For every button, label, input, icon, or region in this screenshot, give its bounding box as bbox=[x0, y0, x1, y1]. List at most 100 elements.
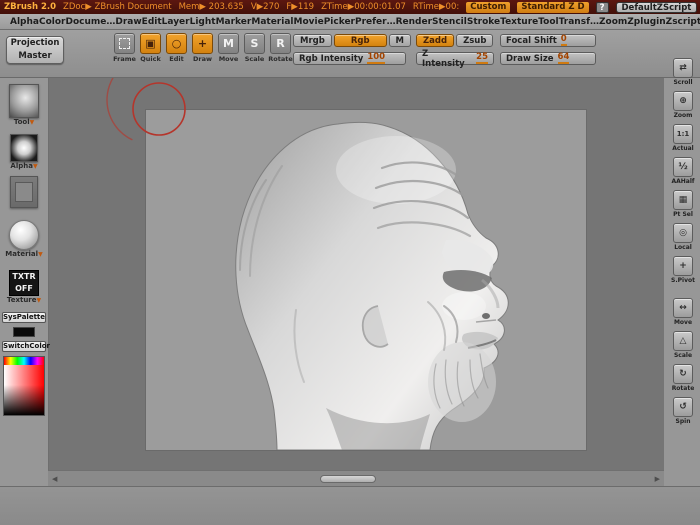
tool-quick[interactable]: ▣ Quick bbox=[138, 33, 163, 63]
nav-spivot-button[interactable]: + S.Pivot bbox=[668, 256, 698, 284]
tool-label: Move bbox=[218, 55, 239, 63]
menu-item-stroke[interactable]: Stroke bbox=[467, 17, 500, 27]
tool-scale[interactable]: S Scale bbox=[242, 33, 267, 63]
tool-draw[interactable]: + Draw bbox=[190, 33, 215, 63]
draw-size-label: Draw Size bbox=[506, 53, 554, 64]
current-tool-thumbnail[interactable] bbox=[9, 84, 39, 118]
nav-move-button[interactable]: ↔ Move bbox=[668, 298, 698, 326]
nav-spin-button[interactable]: ↺ Spin bbox=[668, 397, 698, 425]
saturation-value-square[interactable] bbox=[4, 365, 44, 415]
menu-item-tool[interactable]: Tool bbox=[538, 17, 558, 27]
menu-item-zscript[interactable]: Zscript bbox=[666, 17, 700, 27]
document-area[interactable] bbox=[48, 78, 664, 470]
depth-mode-buttons: Zadd Zsub bbox=[416, 34, 494, 47]
z-intensity-label: Z Intensity bbox=[422, 48, 465, 69]
menu-item-texture[interactable]: Texture bbox=[500, 17, 538, 27]
rgb-intensity-slider[interactable]: Rgb Intensity 100 bbox=[293, 52, 406, 65]
paint-mrgb-button[interactable]: Mrgb bbox=[293, 34, 332, 47]
standard-material-button[interactable]: Standard Z D bbox=[517, 1, 589, 13]
custom-button[interactable]: Custom bbox=[466, 1, 511, 13]
nav-scale-button[interactable]: △ Scale bbox=[668, 331, 698, 359]
menu-item-light[interactable]: Light bbox=[190, 17, 216, 27]
menu-item-docume[interactable]: Docume… bbox=[65, 17, 115, 27]
scroll-left-icon[interactable]: ◀ bbox=[48, 475, 61, 483]
scroll-right-icon[interactable]: ▶ bbox=[651, 475, 664, 483]
current-alpha-thumbnail[interactable] bbox=[10, 134, 38, 162]
nav-label: Scroll bbox=[673, 79, 693, 86]
title-stat: V▶270 bbox=[250, 2, 280, 12]
menu-item-picker[interactable]: Picker bbox=[324, 17, 355, 27]
menu-item-draw[interactable]: Draw bbox=[115, 17, 141, 27]
nav-ptsel-button[interactable]: ▦ Pt Sel bbox=[668, 190, 698, 218]
menu-item-prefer[interactable]: Prefer… bbox=[355, 17, 396, 27]
menu-item-zplugin[interactable]: Zplugin bbox=[627, 17, 665, 27]
tool-label: Scale bbox=[244, 55, 265, 63]
menu-item-marker[interactable]: Marker bbox=[216, 17, 252, 27]
nav-label: Scale bbox=[673, 352, 693, 359]
texture-off-button[interactable]: TXTR OFF bbox=[9, 270, 39, 296]
defaultzscript-button[interactable]: DefaultZScript bbox=[615, 1, 698, 13]
nav-label: Local bbox=[674, 244, 692, 251]
title-bar: ZBrush 2.0 ZDoc▶ ZBrush Document Mem▶ 203… bbox=[0, 0, 700, 14]
draw-size-slider[interactable]: Draw Size 64 bbox=[500, 52, 596, 65]
menu-item-transf[interactable]: Transf… bbox=[559, 17, 599, 27]
scale-icon: S bbox=[244, 33, 265, 54]
menu-item-stencil[interactable]: Stencil bbox=[432, 17, 467, 27]
frame-icon bbox=[114, 33, 135, 54]
menu-item-zoom[interactable]: Zoom bbox=[599, 17, 627, 27]
nav-zoom-button[interactable]: ⊕ Zoom bbox=[668, 91, 698, 119]
menu-item-alpha[interactable]: Alpha bbox=[10, 17, 39, 27]
syspalette-button[interactable]: SysPalette bbox=[2, 312, 46, 323]
switchcolor-button[interactable]: SwitchColor bbox=[2, 341, 50, 352]
projection-master-button[interactable]: Projection Master bbox=[6, 36, 64, 64]
edit-icon: ○ bbox=[166, 33, 187, 54]
focal-shift-value: 0 bbox=[560, 34, 567, 46]
canvas-region[interactable] bbox=[146, 110, 586, 451]
left-tray: Tool▼ Alpha▼ Material▼ TXTR OFF Texture▼ bbox=[0, 78, 50, 470]
scale-nav-icon: △ bbox=[673, 331, 693, 351]
nav-local-button[interactable]: ◎ Local bbox=[668, 223, 698, 251]
texture-palette-button[interactable]: Texture▼ bbox=[0, 296, 48, 304]
tool-palette-button[interactable]: Tool▼ bbox=[0, 118, 48, 126]
alpha-palette-button[interactable]: Alpha▼ bbox=[0, 162, 48, 170]
hue-strip[interactable] bbox=[4, 357, 44, 365]
menu-item-movie[interactable]: Movie bbox=[293, 17, 323, 27]
tool-move[interactable]: M Move bbox=[216, 33, 241, 63]
focal-shift-slider[interactable]: Focal Shift 0 bbox=[500, 34, 596, 47]
paint-m-button[interactable]: M bbox=[388, 34, 412, 47]
rotate-nav-icon: ↻ bbox=[673, 364, 693, 384]
material-palette-button[interactable]: Material▼ bbox=[0, 250, 48, 258]
current-stroke-thumbnail[interactable] bbox=[10, 176, 38, 208]
nav-actual-button[interactable]: 1:1 Actual bbox=[668, 124, 698, 152]
menu-item-color[interactable]: Color bbox=[39, 17, 66, 27]
help-question-button[interactable]: ? bbox=[595, 1, 609, 13]
nav-rotate-button[interactable]: ↻ Rotate bbox=[668, 364, 698, 392]
tool-label: Rotate bbox=[268, 55, 293, 63]
current-material-thumbnail[interactable] bbox=[9, 220, 39, 250]
menu-item-edit[interactable]: Edit bbox=[142, 17, 162, 27]
horizontal-scrollbar[interactable]: ◀ ▶ bbox=[48, 470, 664, 486]
nav-label: Actual bbox=[672, 145, 694, 152]
color-picker[interactable] bbox=[3, 356, 45, 416]
title-stat: ZTime▶00:00:01.07 bbox=[321, 2, 406, 12]
depth-zadd-button[interactable]: Zadd bbox=[416, 34, 455, 47]
menu-item-material[interactable]: Material bbox=[251, 17, 293, 27]
title-stat: Mem▶ 203.635 bbox=[178, 2, 244, 12]
tool-label: Frame bbox=[113, 55, 136, 63]
nav-scroll-button[interactable]: ⇄ Scroll bbox=[668, 58, 698, 86]
paint-rgb-button[interactable]: Rgb bbox=[333, 34, 387, 47]
main-color-swatch[interactable] bbox=[13, 327, 35, 337]
menu-item-render[interactable]: Render bbox=[396, 17, 432, 27]
depth-zsub-button[interactable]: Zsub bbox=[456, 34, 494, 47]
nav-label: Pt Sel bbox=[673, 211, 693, 218]
title-stat: RTime▶00: bbox=[412, 2, 460, 12]
tool-rotate[interactable]: R Rotate bbox=[268, 33, 293, 63]
scrollbar-handle[interactable] bbox=[320, 475, 376, 483]
tool-frame[interactable]: Frame bbox=[112, 33, 137, 63]
quick-icon: ▣ bbox=[140, 33, 161, 54]
nav-aahalf-button[interactable]: ½ AAHalf bbox=[668, 157, 698, 185]
menu-item-layer[interactable]: Layer bbox=[162, 17, 190, 27]
tool-edit[interactable]: ○ Edit bbox=[164, 33, 189, 63]
tool-label: Quick bbox=[140, 55, 161, 63]
z-intensity-slider[interactable]: Z Intensity 25 bbox=[416, 49, 494, 69]
